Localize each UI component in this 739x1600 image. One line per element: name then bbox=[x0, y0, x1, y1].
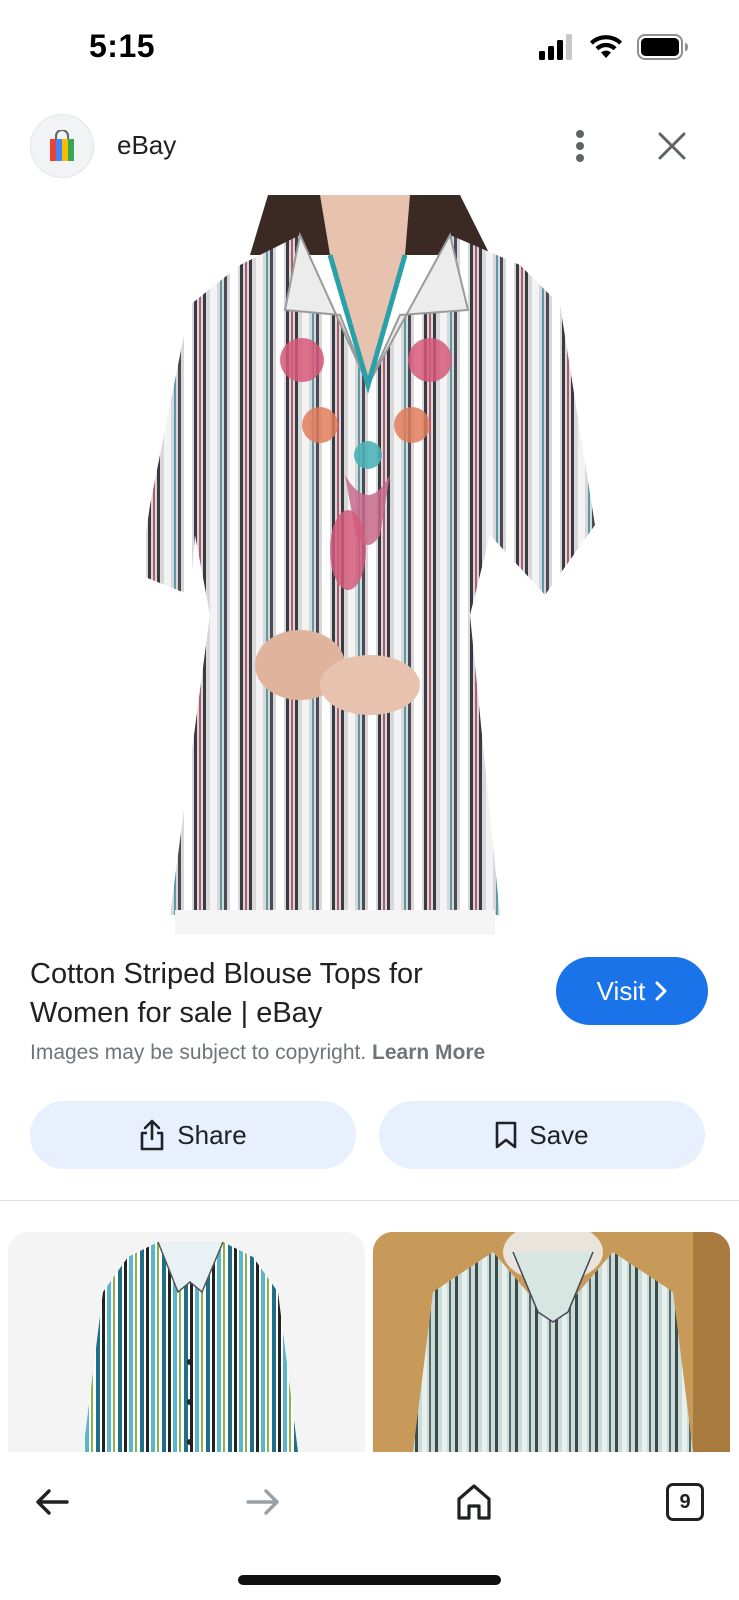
related-image-2[interactable] bbox=[373, 1232, 730, 1452]
home-icon bbox=[457, 1484, 491, 1520]
share-button[interactable]: Share bbox=[30, 1101, 356, 1169]
status-time: 5:15 bbox=[89, 28, 156, 64]
shopping-bag-icon bbox=[50, 130, 74, 161]
save-label: Save bbox=[529, 1119, 589, 1150]
blouse-illustration bbox=[140, 195, 595, 935]
back-button[interactable] bbox=[22, 1472, 82, 1532]
close-button[interactable] bbox=[650, 124, 694, 168]
chevron-right-icon bbox=[655, 981, 667, 1001]
status-icons bbox=[539, 34, 689, 60]
forward-button[interactable] bbox=[233, 1472, 293, 1532]
visit-label: Visit bbox=[596, 975, 646, 1006]
related-shirt-1-illustration bbox=[83, 1241, 298, 1452]
cellular-signal-icon bbox=[539, 34, 572, 60]
learn-more-link[interactable]: Learn More bbox=[372, 1041, 485, 1064]
home-indicator[interactable] bbox=[238, 1575, 501, 1585]
battery-icon bbox=[637, 34, 688, 60]
site-name[interactable]: eBay bbox=[117, 130, 176, 161]
divider bbox=[0, 1200, 739, 1201]
bookmark-icon bbox=[496, 1121, 517, 1149]
result-title[interactable]: Cotton Striped Blouse Tops for Women for… bbox=[30, 955, 530, 1033]
close-icon bbox=[658, 132, 686, 160]
more-vert-icon bbox=[576, 130, 584, 162]
result-header: eBay bbox=[0, 112, 739, 182]
site-logo[interactable] bbox=[30, 114, 94, 178]
arrow-forward-icon bbox=[246, 1489, 279, 1515]
wifi-icon bbox=[590, 35, 622, 58]
status-bar: 5:15 bbox=[0, 0, 739, 100]
copyright-text: Images may be subject to copyright. bbox=[30, 1041, 367, 1064]
copyright-notice: Images may be subject to copyright. Lear… bbox=[30, 1041, 485, 1065]
page: 5:15 eBay Cotton Striped Blouse Tops for… bbox=[0, 0, 739, 1600]
related-shirt-2-illustration bbox=[373, 1232, 730, 1452]
tab-count: 9 bbox=[679, 1490, 691, 1513]
main-product-image[interactable] bbox=[0, 195, 739, 935]
related-image-1[interactable] bbox=[8, 1232, 365, 1452]
tabs-button[interactable]: 9 bbox=[655, 1472, 715, 1532]
visit-button[interactable]: Visit bbox=[556, 957, 708, 1025]
arrow-back-icon bbox=[36, 1489, 69, 1515]
more-options-button[interactable] bbox=[563, 124, 597, 168]
save-button[interactable]: Save bbox=[379, 1101, 705, 1169]
home-button[interactable] bbox=[444, 1472, 504, 1532]
share-icon bbox=[140, 1119, 164, 1151]
share-label: Share bbox=[177, 1119, 247, 1150]
tabs-icon: 9 bbox=[666, 1483, 704, 1521]
